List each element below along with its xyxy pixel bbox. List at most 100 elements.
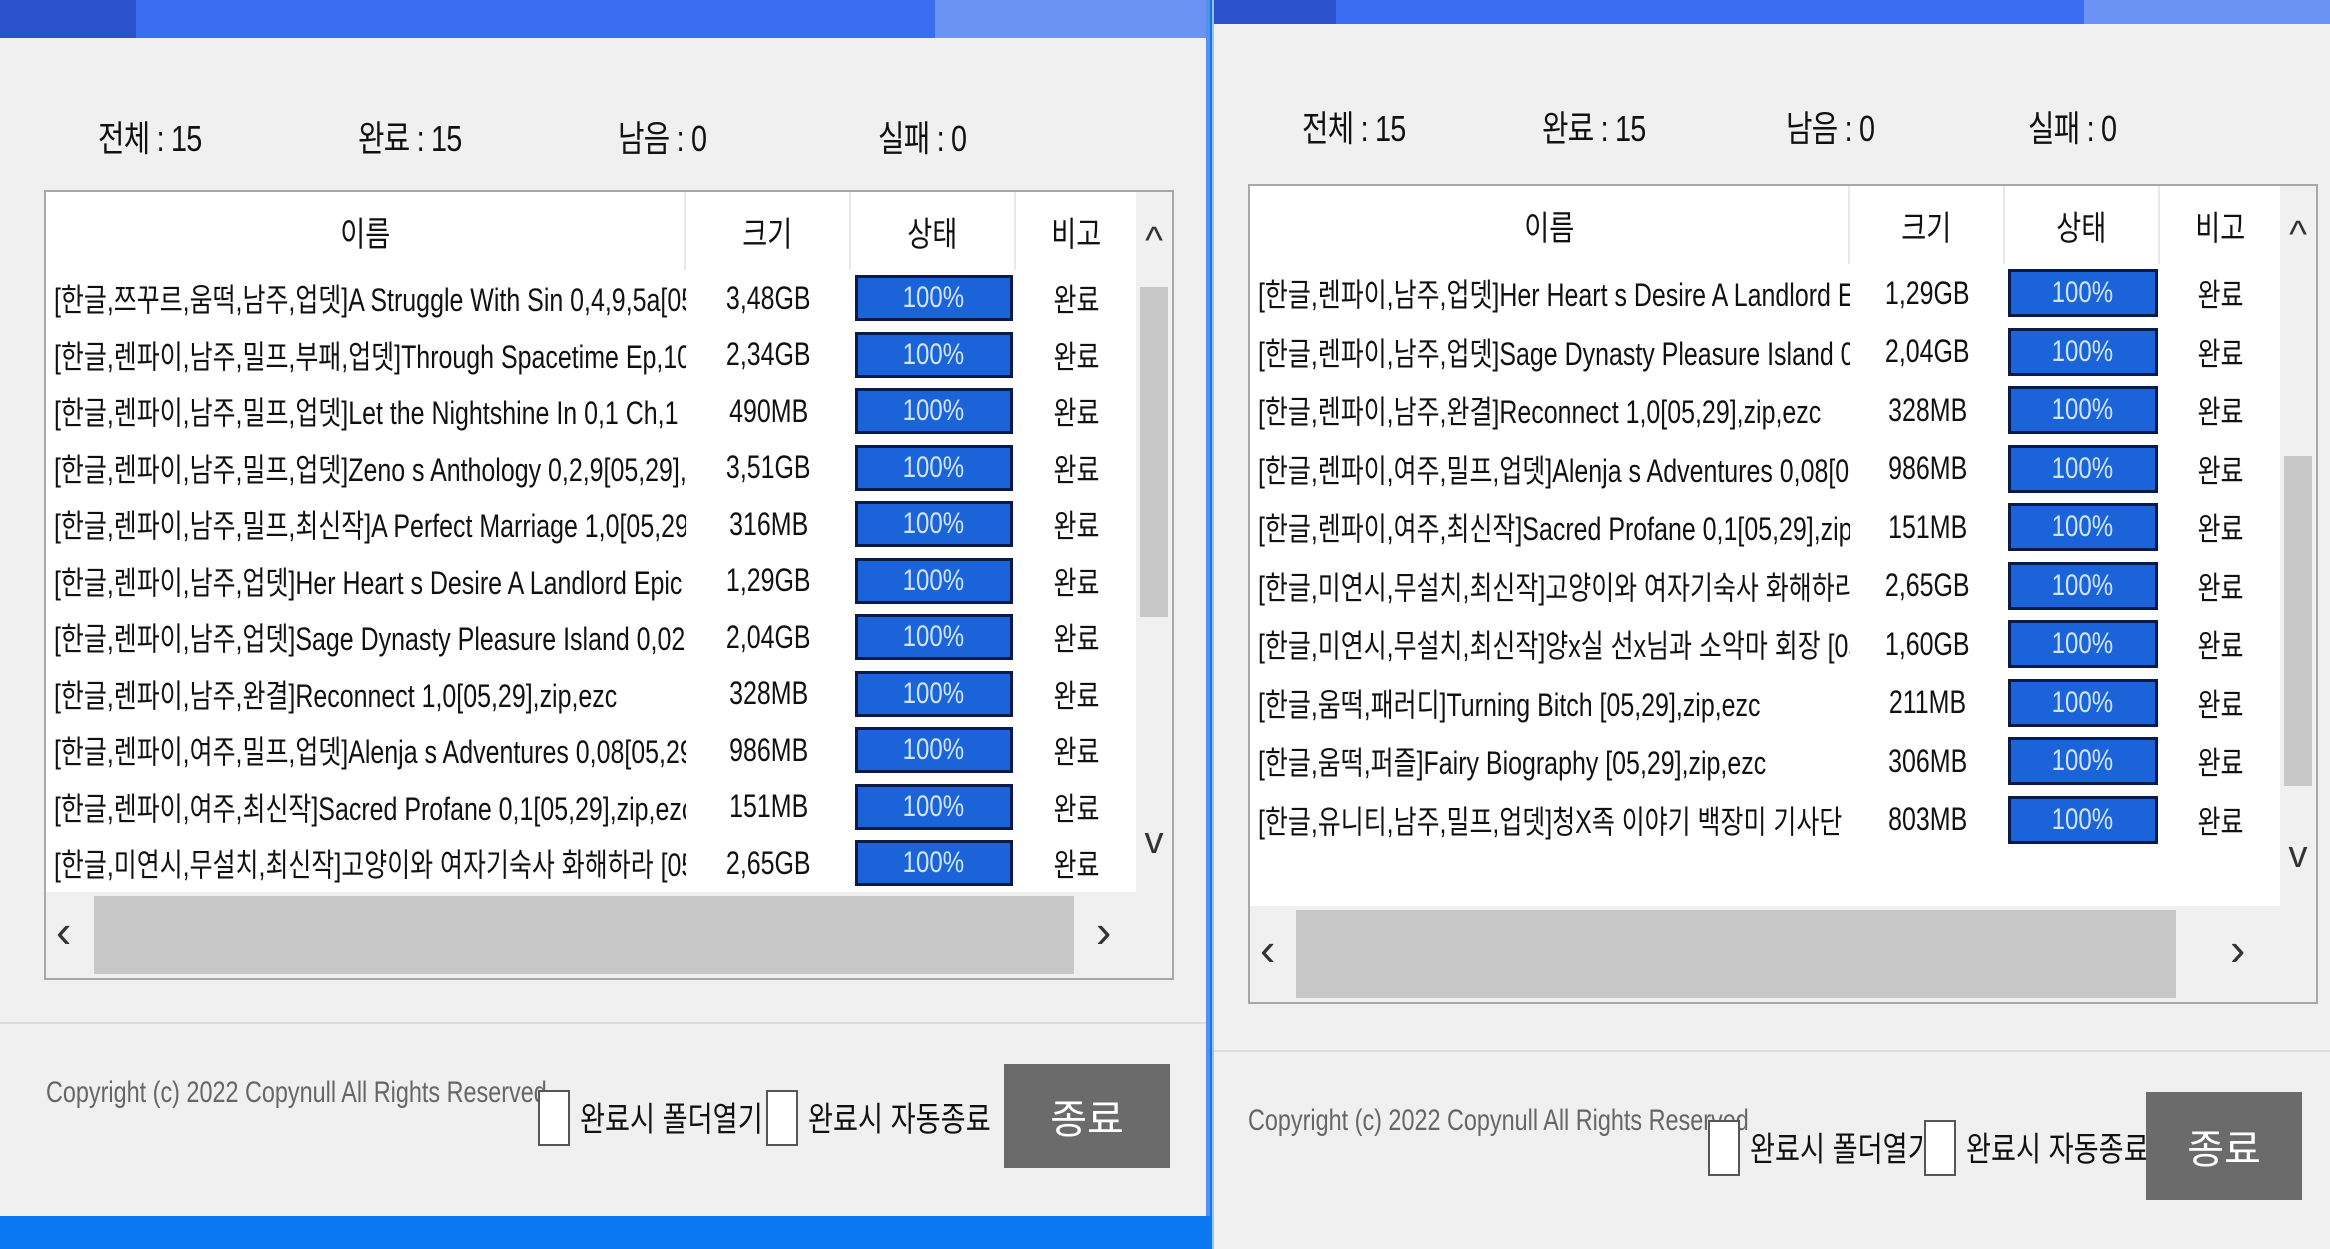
- file-note: 완료: [2197, 803, 2243, 840]
- horizontal-scroll-thumb[interactable]: [1296, 910, 2176, 998]
- file-name: [한글,렌파이,남주,업뎃]Her Heart s Desire A Landl…: [1258, 277, 1850, 314]
- vertical-scrollbar[interactable]: ^ v: [1136, 192, 1172, 892]
- close-button[interactable]: 종료: [2146, 1092, 2302, 1200]
- title-bar[interactable]: [1214, 0, 2330, 24]
- title-bar[interactable]: [0, 0, 1206, 38]
- file-name: [한글,쯔꾸르,움떡,남주,업뎃]A Struggle With Sin 0,4…: [54, 282, 686, 319]
- stat-fail: 실패 : 0: [2028, 108, 2117, 149]
- file-name: [한글,미연시,무설치,최신작]양x실 선x님과 소악마 회장 [05,29]: [1258, 628, 1850, 665]
- table-row[interactable]: [한글,유니티,남주,밀프,업뎃]청X족 이야기 백장미 기사단 0,4[0 80…: [1250, 791, 2280, 850]
- table-row[interactable]: [한글,렌파이,여주,밀프,업뎃]Alenja s Adventures 0,0…: [1250, 440, 2280, 499]
- scroll-left-icon[interactable]: ‹: [1260, 926, 1275, 972]
- file-size: 211MB: [1888, 684, 1967, 721]
- close-button[interactable]: 종료: [1004, 1064, 1170, 1168]
- table-row[interactable]: [한글,렌파이,남주,업뎃]Her Heart s Desire A Landl…: [46, 553, 1136, 610]
- scroll-up-icon[interactable]: ^: [2280, 216, 2316, 254]
- file-name: [한글,움떡,패러디]Turning Bitch [05,29],zip,ezc: [1258, 686, 1761, 723]
- vertical-scrollbar[interactable]: ^ v: [2280, 186, 2316, 906]
- progress-bar: 100%: [854, 388, 1013, 435]
- file-list[interactable]: 이름 크기 상태 비고 [한글,렌파이,남주,업뎃]Her Heart s De…: [1248, 184, 2318, 1004]
- title-bar-left-segment: [0, 0, 136, 38]
- open-folder-checkbox[interactable]: [1708, 1120, 1740, 1176]
- auto-exit-checkbox[interactable]: [766, 1090, 798, 1146]
- file-note: 완료: [2197, 628, 2243, 665]
- table-row[interactable]: [한글,렌파이,남주,밀프,업뎃]Let the Nightshine In 0…: [46, 383, 1136, 440]
- table-row[interactable]: [한글,렌파이,여주,최신작]Sacred Profane 0,1[05,29]…: [46, 779, 1136, 836]
- horizontal-scrollbar[interactable]: ‹ ›: [1250, 906, 2316, 1002]
- title-bar-right-segment: [935, 0, 1206, 38]
- table-row[interactable]: [한글,움떡,퍼즐]Fairy Biography [05,29],zip,ez…: [1250, 732, 2280, 791]
- scroll-left-icon[interactable]: ‹: [56, 908, 71, 954]
- progress-bar: 100%: [854, 727, 1013, 774]
- table-row[interactable]: [한글,렌파이,남주,밀프,업뎃]Zeno s Anthology 0,2,9[…: [46, 440, 1136, 497]
- download-status: 100%: [851, 444, 1016, 491]
- table-row[interactable]: [한글,렌파이,남주,완결]Reconnect 1,0[05,29],zip,e…: [1250, 381, 2280, 440]
- download-status: 100%: [2005, 327, 2160, 376]
- file-name: [한글,렌파이,남주,밀프,최신작]A Perfect Marriage 1,0…: [54, 508, 686, 545]
- table-row[interactable]: [한글,렌파이,남주,밀프,최신작]A Perfect Marriage 1,0…: [46, 496, 1136, 553]
- table-row[interactable]: [한글,렌파이,여주,최신작]Sacred Profane 0,1[05,29]…: [1250, 498, 2280, 557]
- header-size[interactable]: 크기: [1850, 186, 2005, 264]
- scroll-up-icon[interactable]: ^: [1136, 222, 1172, 260]
- auto-exit-label[interactable]: 완료시 자동종료: [1966, 1122, 2149, 1171]
- auto-exit-label[interactable]: 완료시 자동종료: [808, 1092, 991, 1141]
- header-note[interactable]: 비고: [1016, 192, 1136, 270]
- header-status[interactable]: 상태: [851, 192, 1016, 270]
- table-row[interactable]: [한글,렌파이,남주,업뎃]Sage Dynasty Pleasure Isla…: [1250, 323, 2280, 382]
- header-name[interactable]: 이름: [46, 192, 686, 270]
- scroll-down-icon[interactable]: v: [2280, 836, 2316, 874]
- scroll-right-icon[interactable]: ›: [2230, 926, 2245, 972]
- table-row[interactable]: [한글,쯔꾸르,움떡,남주,업뎃]A Struggle With Sin 0,4…: [46, 270, 1136, 327]
- file-list[interactable]: 이름 크기 상태 비고 [한글,쯔꾸르,움떡,남주,업뎃]A Struggle …: [44, 190, 1174, 980]
- download-status: 100%: [851, 840, 1016, 887]
- file-name: [한글,렌파이,여주,최신작]Sacred Profane 0,1[05,29]…: [1258, 511, 1850, 548]
- file-size: 1,29GB: [1885, 274, 1970, 311]
- table-row[interactable]: [한글,렌파이,남주,밀프,부패,업뎃]Through Spacetime Ep…: [46, 327, 1136, 384]
- footer-divider: [1214, 1050, 2330, 1052]
- progress-bar: 100%: [2007, 737, 2158, 786]
- stats-bar: 전체 : 15 완료 : 15 남음 : 0 실패 : 0: [1214, 100, 2330, 160]
- progress-bar: 100%: [854, 557, 1013, 604]
- table-row[interactable]: [한글,렌파이,남주,업뎃]Sage Dynasty Pleasure Isla…: [46, 609, 1136, 666]
- download-status: 100%: [851, 275, 1016, 322]
- file-name: [한글,렌파이,남주,밀프,부패,업뎃]Through Spacetime Ep…: [54, 338, 686, 375]
- table-row[interactable]: [한글,움떡,패러디]Turning Bitch [05,29],zip,ezc…: [1250, 674, 2280, 733]
- scroll-right-icon[interactable]: ›: [1096, 908, 1111, 954]
- header-name[interactable]: 이름: [1250, 186, 1850, 264]
- open-folder-label[interactable]: 완료시 폴더열기: [1750, 1122, 1933, 1171]
- table-row[interactable]: [한글,렌파이,남주,완결]Reconnect 1,0[05,29],zip,e…: [46, 666, 1136, 723]
- progress-bar: 100%: [2007, 678, 2158, 727]
- vertical-scroll-thumb[interactable]: [2284, 456, 2312, 786]
- header-size[interactable]: 크기: [686, 192, 851, 270]
- file-note: 완료: [2197, 335, 2243, 372]
- header-status[interactable]: 상태: [2005, 186, 2160, 264]
- table-row[interactable]: [한글,미연시,무설치,최신작]고양이와 여자기숙사 화해하라 [05, 2,65…: [46, 835, 1136, 892]
- file-name: [한글,렌파이,남주,업뎃]Sage Dynasty Pleasure Isla…: [54, 621, 686, 658]
- file-size: 986MB: [1887, 450, 1968, 487]
- open-folder-checkbox[interactable]: [538, 1090, 570, 1146]
- file-name: [한글,렌파이,여주,밀프,업뎃]Alenja s Adventures 0,0…: [1258, 452, 1850, 489]
- copyright-text: Copyright (c) 2022 Copynull All Rights R…: [1248, 1104, 1749, 1137]
- file-size: 151MB: [1887, 508, 1968, 545]
- vertical-scroll-thumb[interactable]: [1140, 287, 1168, 617]
- file-size: 328MB: [728, 675, 809, 712]
- progress-bar: 100%: [2007, 327, 2158, 376]
- list-header: 이름 크기 상태 비고: [1250, 186, 2280, 264]
- table-row[interactable]: [한글,렌파이,남주,업뎃]Her Heart s Desire A Landl…: [1250, 264, 2280, 323]
- horizontal-scrollbar[interactable]: ‹ ›: [46, 892, 1172, 978]
- download-status: 100%: [2005, 620, 2160, 669]
- auto-exit-checkbox[interactable]: [1924, 1120, 1956, 1176]
- file-name: [한글,렌파이,남주,밀프,업뎃]Zeno s Anthology 0,2,9[…: [54, 451, 686, 488]
- table-row[interactable]: [한글,렌파이,여주,밀프,업뎃]Alenja s Adventures 0,0…: [46, 722, 1136, 779]
- file-size: 2,04GB: [1885, 333, 1970, 370]
- download-status: 100%: [2005, 503, 2160, 552]
- scroll-down-icon[interactable]: v: [1136, 822, 1172, 860]
- table-row[interactable]: [한글,미연시,무설치,최신작]고양이와 여자기숙사 화해하라 [05, 2,65…: [1250, 557, 2280, 616]
- horizontal-scroll-thumb[interactable]: [94, 896, 1074, 974]
- title-bar-left-segment: [1214, 0, 1336, 24]
- file-size: 2,65GB: [1885, 567, 1970, 604]
- file-note: 완료: [1053, 338, 1099, 375]
- header-note[interactable]: 비고: [2160, 186, 2280, 264]
- open-folder-label[interactable]: 완료시 폴더열기: [580, 1092, 763, 1141]
- table-row[interactable]: [한글,미연시,무설치,최신작]양x실 선x님과 소악마 회장 [05,29] 1…: [1250, 615, 2280, 674]
